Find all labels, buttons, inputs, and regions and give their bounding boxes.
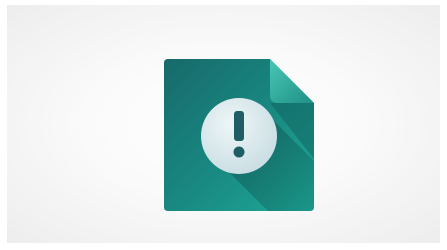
file-warning-svg	[164, 59, 314, 211]
exclamation-bar	[234, 111, 244, 141]
folded-corner	[270, 59, 314, 103]
file-warning-icon	[164, 59, 314, 211]
canvas-background	[7, 5, 440, 243]
exclamation-dot	[233, 146, 245, 158]
